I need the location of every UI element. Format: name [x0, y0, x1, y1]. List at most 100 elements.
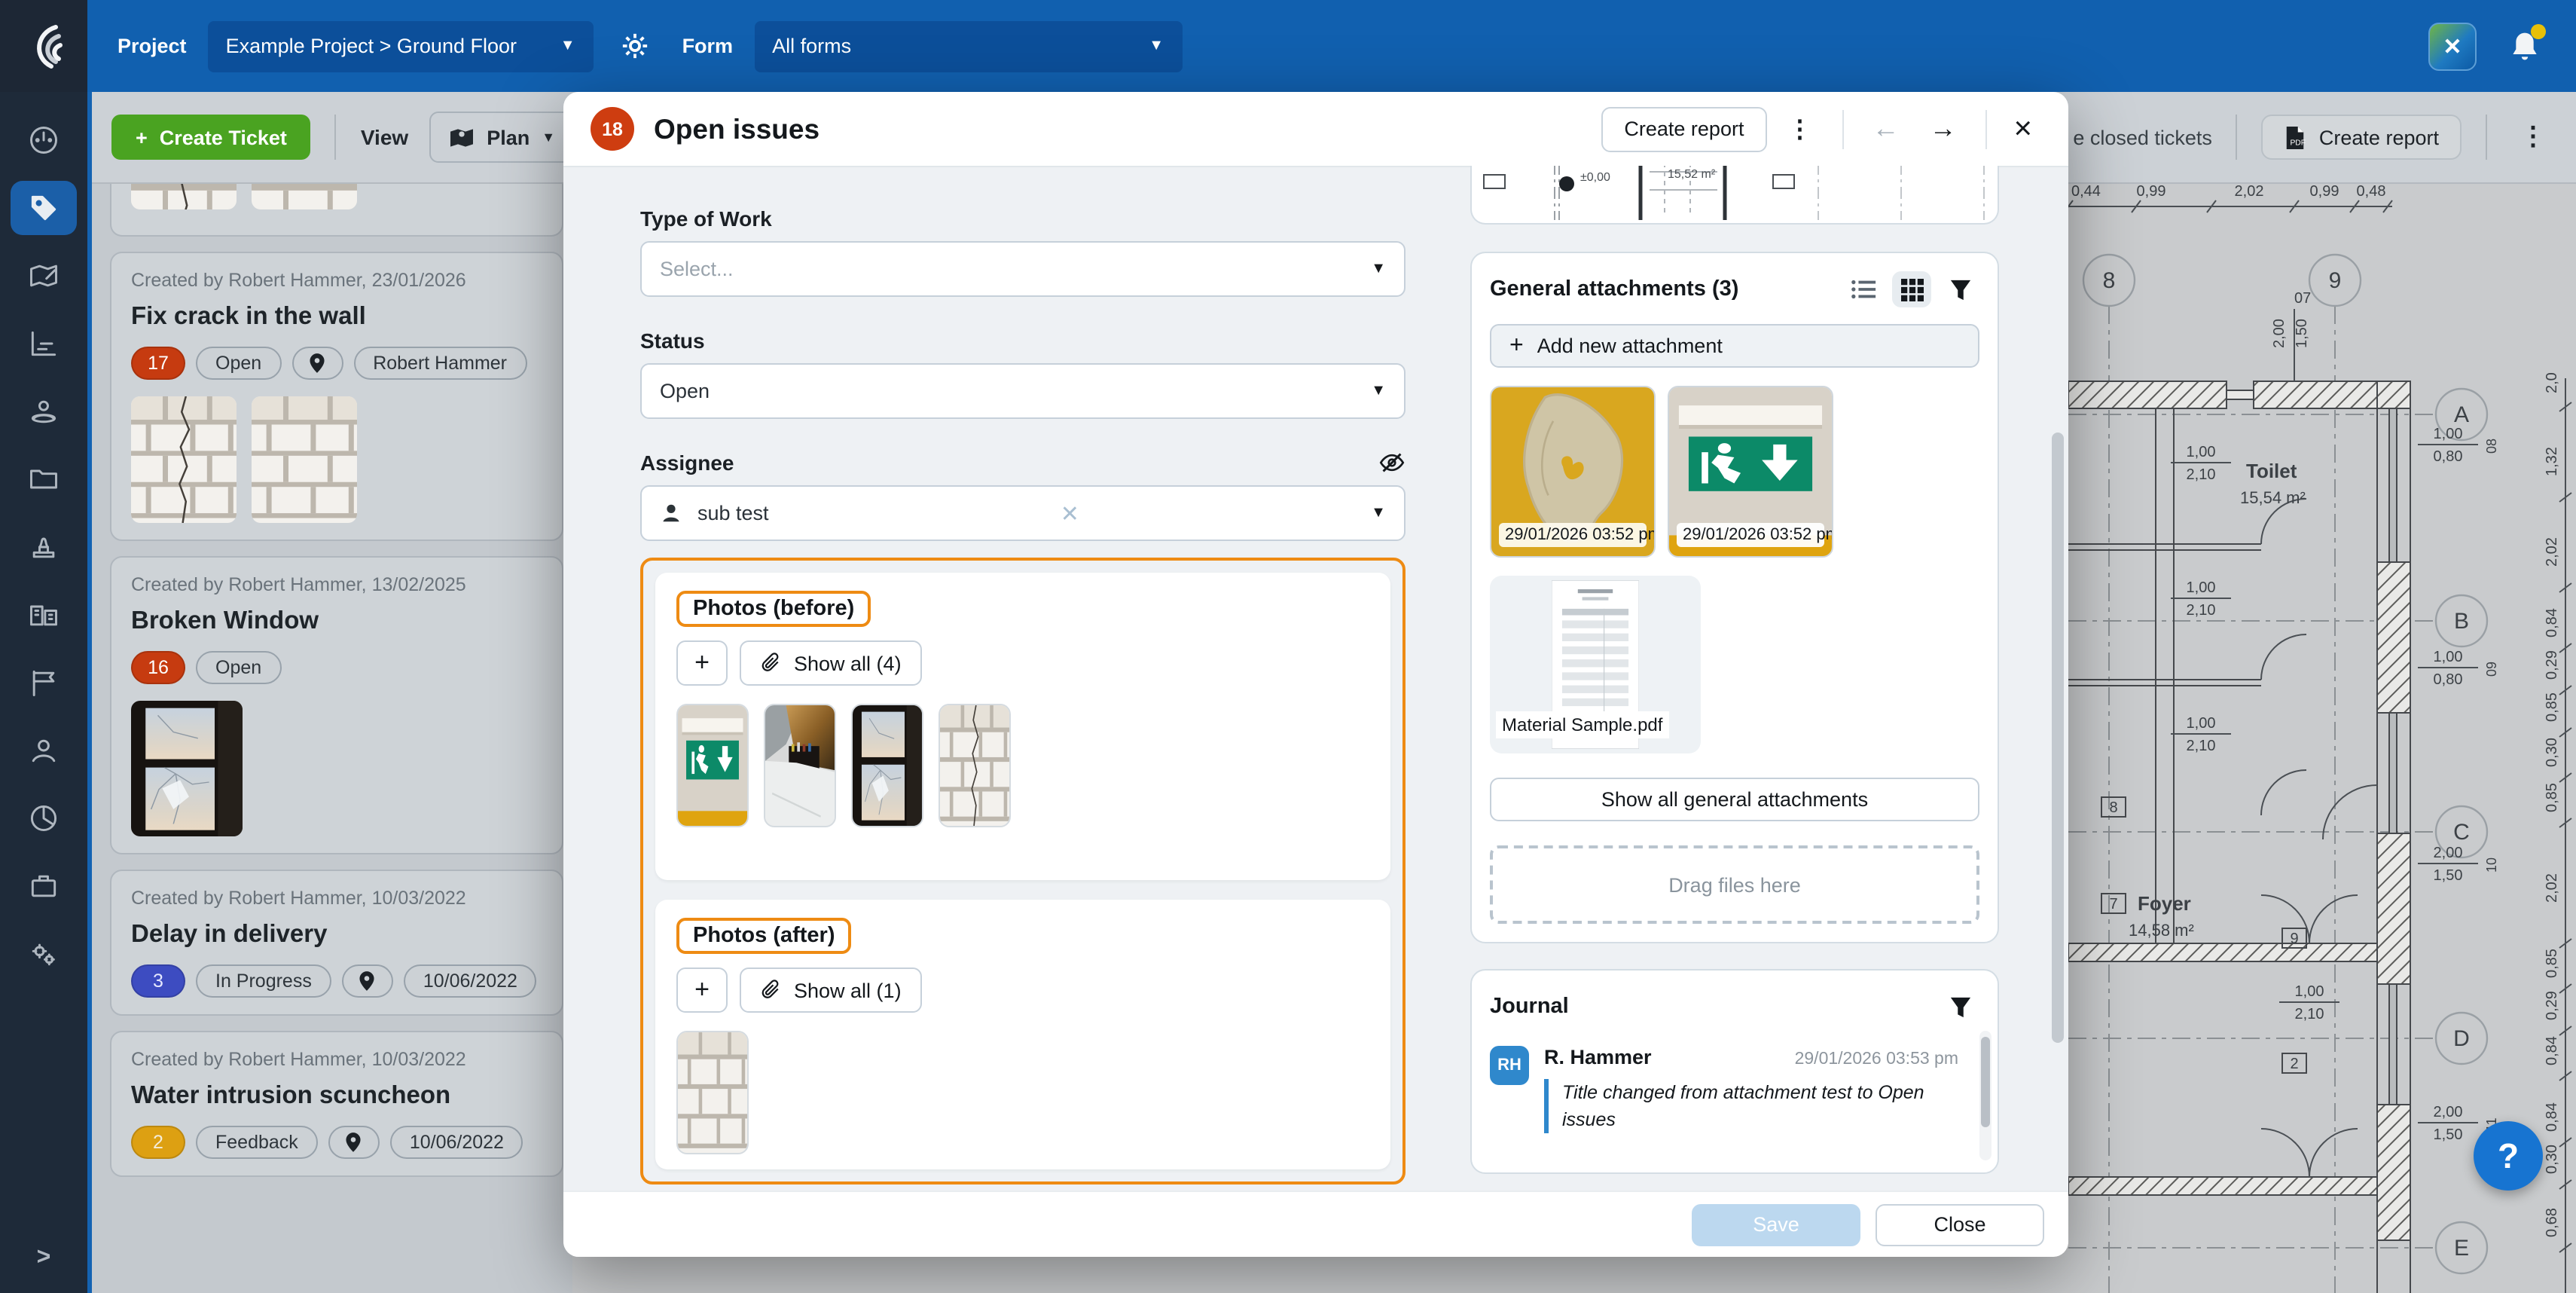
sidebar-item-contacts[interactable] [11, 723, 77, 778]
ticket-card[interactable]: Created by Robert Hammer, 13/02/2025 Bro… [110, 556, 563, 854]
sidebar: > [0, 92, 92, 1293]
sidebar-item-plans[interactable] [11, 249, 77, 303]
location-pill[interactable] [291, 347, 343, 380]
ticket-photo[interactable] [131, 396, 237, 523]
status-badge: In Progress [196, 964, 331, 998]
svg-text:1,32: 1,32 [2544, 447, 2560, 476]
divider [335, 115, 337, 160]
svg-text:8: 8 [2109, 799, 2117, 816]
help-button[interactable]: ? [2474, 1121, 2543, 1191]
filter-attachments-button[interactable] [1940, 271, 1979, 307]
type-of-work-select[interactable]: Select... ▼ [640, 241, 1406, 297]
closed-tickets-toggle-label[interactable]: e closed tickets [2073, 126, 2212, 148]
status-badge: Feedback [196, 1126, 318, 1159]
sidebar-item-companies[interactable] [11, 588, 77, 642]
sidebar-item-tickets[interactable] [11, 181, 77, 235]
file-dropzone[interactable]: Drag files here [1490, 845, 1979, 924]
location-pill[interactable] [342, 964, 393, 998]
ticket-photo[interactable] [252, 182, 357, 209]
location-pin-icon [309, 353, 325, 374]
ticket-photo[interactable] [252, 396, 357, 523]
app-grid-icon[interactable]: ✕ [2428, 22, 2477, 70]
divider [1985, 109, 1986, 148]
project-settings-button[interactable] [621, 32, 649, 60]
view-mode-dropdown[interactable]: Plan ▼ [429, 112, 575, 163]
journal-title: Journal [1490, 995, 1569, 1019]
briefcase-icon [27, 870, 60, 903]
photo-thumbnail-brick[interactable] [676, 1031, 749, 1154]
svg-text:0,30: 0,30 [2544, 1145, 2560, 1174]
general-attachments-section: General attachments (3) [1470, 252, 1999, 943]
journal-scrollbar[interactable] [1979, 1031, 1992, 1160]
assignee-select[interactable]: sub test ✕ ▼ [640, 485, 1406, 541]
status-select[interactable]: Open ▼ [640, 363, 1406, 419]
sidebar-item-projects[interactable] [11, 859, 77, 913]
create-report-button[interactable]: Create report [1601, 106, 1766, 151]
ticket-card[interactable]: Created by Robert Hammer, 10/03/2022 Wat… [110, 1031, 563, 1177]
list-view-button[interactable] [1844, 271, 1883, 307]
previous-ticket-button[interactable]: ← [1861, 113, 1909, 145]
save-button[interactable]: Save [1692, 1203, 1860, 1246]
chevron-down-icon: ▼ [1128, 38, 1164, 54]
grid-view-button[interactable] [1892, 271, 1931, 307]
location-pill[interactable] [328, 1126, 380, 1159]
project-label: Project [118, 35, 187, 57]
sidebar-expand-button[interactable]: > [37, 1245, 51, 1272]
add-photo-after-button[interactable]: + [676, 967, 728, 1013]
filter-journal-button[interactable] [1940, 989, 1979, 1025]
ticket-number-badge: 16 [131, 651, 185, 684]
sidebar-item-statistics[interactable] [11, 316, 77, 371]
buildings-icon [27, 598, 60, 631]
sidebar-item-milestones[interactable] [11, 656, 77, 710]
sidebar-item-settings[interactable] [11, 927, 77, 981]
add-photo-before-button[interactable]: + [676, 640, 728, 686]
sidebar-item-documents[interactable] [11, 452, 77, 506]
next-ticket-button[interactable]: → [1918, 113, 1967, 145]
brand-logo[interactable] [0, 0, 87, 92]
form-dropdown[interactable]: All forms ▼ [754, 20, 1182, 72]
filter-funnel-icon [1949, 995, 1971, 1018]
ticket-photo[interactable] [131, 701, 243, 836]
close-button[interactable]: Close [1876, 1203, 2044, 1246]
assignee-pill: Robert Hammer [353, 347, 526, 380]
photo-thumbnail-toolbox[interactable] [764, 704, 836, 827]
sidebar-item-assignments[interactable] [11, 384, 77, 439]
svg-text:0,30: 0,30 [2544, 738, 2560, 767]
ticket-card[interactable]: Created by Robert Hammer, 10/03/2022 Del… [110, 870, 563, 1016]
svg-text:15,52 m²: 15,52 m² [1668, 168, 1716, 181]
project-dropdown[interactable]: Example Project > Ground Floor ▼ [208, 20, 594, 72]
attachment-thumbnail-wall-damage[interactable]: 29/01/2026 03:52 pm [1490, 386, 1656, 558]
modal-scrollbar[interactable] [2052, 433, 2064, 1043]
attachment-thumbnail-exit-sign[interactable]: 29/01/2026 03:52 pm [1668, 386, 1833, 558]
show-all-after-button[interactable]: Show all (1) [740, 967, 923, 1013]
svg-text:0,68: 0,68 [2544, 1208, 2560, 1237]
clear-assignee-icon[interactable]: ✕ [1045, 500, 1094, 527]
map-icon [449, 126, 475, 148]
photo-thumbnail-brick-crack[interactable] [939, 704, 1011, 827]
svg-text:2: 2 [2290, 1056, 2298, 1072]
notifications-button[interactable] [2510, 29, 2540, 63]
show-all-before-button[interactable]: Show all (4) [740, 640, 923, 686]
photos-after-section: Photos (after) + Show all (1) [655, 900, 1390, 1169]
create-ticket-button[interactable]: + Create Ticket [111, 115, 311, 160]
attachment-date: 29/01/2026 03:52 pm [1677, 523, 1824, 547]
show-all-attachments-button[interactable]: Show all general attachments [1490, 778, 1979, 821]
more-menu-button[interactable]: ⋮ [1775, 114, 1824, 144]
ticket-card-partial[interactable] [110, 182, 563, 237]
plan-more-menu-button[interactable]: ⋮ [2511, 122, 2555, 152]
ticket-card[interactable]: Created by Robert Hammer, 23/01/2026 Fix… [110, 252, 563, 541]
ticket-photo[interactable] [131, 182, 237, 209]
photo-thumbnail-broken-window[interactable] [851, 704, 923, 827]
svg-text:1,00: 1,00 [2434, 649, 2463, 665]
photo-thumbnail-exit-sign[interactable] [676, 704, 749, 827]
plan-create-report-button[interactable]: PDF Create report [2262, 115, 2462, 160]
sidebar-item-reports[interactable] [11, 791, 77, 845]
eye-off-icon[interactable] [1378, 451, 1406, 475]
attachment-pdf-card[interactable]: Material Sample.pdf [1490, 576, 1701, 753]
close-icon[interactable]: × [2004, 111, 2041, 147]
sidebar-item-dashboard[interactable] [11, 113, 77, 167]
add-new-attachment-button[interactable]: + Add new attachment [1490, 324, 1979, 368]
sidebar-item-approvals[interactable] [11, 520, 77, 574]
plan-section-preview[interactable]: Entrance ±0,00 Stairway 15,52 m² [1470, 166, 1999, 225]
ticket-created: Created by Robert Hammer, 23/01/2026 [131, 270, 542, 291]
